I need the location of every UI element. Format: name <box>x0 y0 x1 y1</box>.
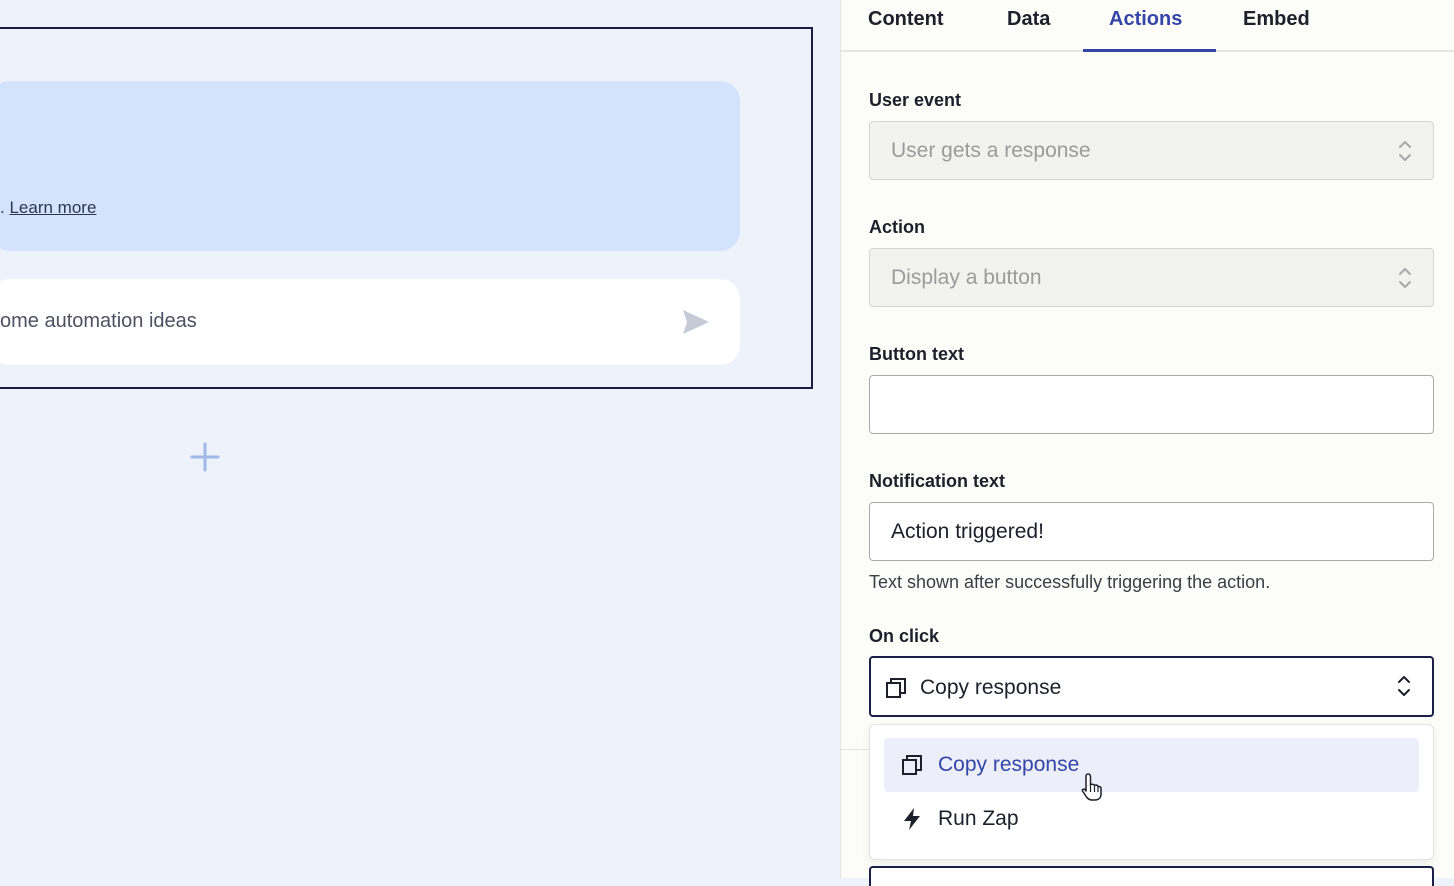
menu-item-label: Run Zap <box>938 807 1019 830</box>
action-value: Display a button <box>891 266 1042 289</box>
chevron-updown-icon <box>1399 268 1411 288</box>
chatbot-preview-canvas: . Learn more ome automation ideas <box>0 0 840 878</box>
action-label: Action <box>869 217 925 237</box>
chat-input-placeholder: ome automation ideas <box>0 310 197 332</box>
menu-item-run-zap[interactable]: Run Zap <box>884 792 1419 846</box>
settings-panel: Content Data Actions Embed User event Us… <box>840 0 1454 886</box>
add-block-plus-icon[interactable] <box>189 441 221 473</box>
learn-more-link[interactable]: Learn more <box>9 198 96 217</box>
notification-help-text: Text shown after successfully triggering… <box>869 572 1271 592</box>
copy-icon <box>886 678 906 698</box>
user-event-label: User event <box>869 90 962 110</box>
button-text-input[interactable] <box>869 375 1434 434</box>
button-text-label: Button text <box>869 344 964 364</box>
user-event-value: User gets a response <box>891 139 1091 162</box>
tab-data[interactable]: Data <box>1007 8 1050 31</box>
on-click-dropdown-menu: Copy response Run Zap <box>869 724 1434 860</box>
tab-actions[interactable]: Actions <box>1109 8 1182 31</box>
active-tab-indicator <box>1083 49 1216 52</box>
panel-tabs: Content Data Actions Embed <box>841 0 1454 52</box>
bot-message-text: . Learn more <box>0 198 97 217</box>
notification-text-value: Action triggered! <box>891 520 1044 543</box>
lightning-icon <box>904 808 920 830</box>
on-click-label: On click <box>869 626 940 646</box>
tab-content[interactable]: Content <box>868 8 944 31</box>
tab-embed[interactable]: Embed <box>1243 8 1310 31</box>
send-icon[interactable] <box>681 308 711 336</box>
menu-item-label: Copy response <box>938 753 1080 776</box>
next-field-input[interactable] <box>869 866 1434 886</box>
bot-message-bubble <box>0 81 740 251</box>
section-divider <box>841 749 869 750</box>
user-event-select[interactable]: User gets a response <box>869 121 1434 180</box>
notification-text-input[interactable]: Action triggered! <box>869 502 1434 561</box>
chevron-updown-icon <box>1399 141 1411 161</box>
notification-text-label: Notification text <box>869 471 1006 491</box>
copy-icon <box>902 755 922 775</box>
on-click-select[interactable]: Copy response <box>869 656 1434 717</box>
menu-item-copy-response[interactable]: Copy response <box>884 738 1419 792</box>
on-click-value: Copy response <box>920 676 1062 699</box>
action-select[interactable]: Display a button <box>869 248 1434 307</box>
hand-pointer-cursor-icon <box>1081 773 1102 801</box>
chevron-updown-icon <box>1398 676 1410 696</box>
